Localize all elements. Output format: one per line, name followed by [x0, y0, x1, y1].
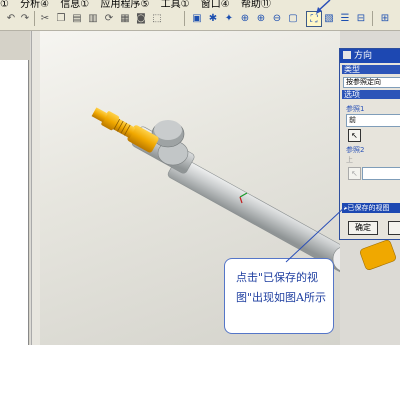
menu-item-tools[interactable]: 工具① — [161, 0, 190, 8]
datum-plane-icon[interactable]: ⊞ — [378, 11, 392, 25]
orient-icon[interactable]: ▣ — [190, 11, 204, 25]
dialog-title: 方向 — [354, 51, 373, 61]
panel-sash[interactable] — [31, 31, 40, 345]
reference1-field[interactable]: 前 — [346, 114, 400, 127]
menu-item-applications[interactable]: 应用程序⑤ — [100, 0, 149, 8]
reference2-label: 参照2 — [346, 146, 365, 154]
reference1-select-arrow-icon[interactable]: ↖ — [348, 129, 361, 142]
zoom-window-icon[interactable]: ⊕ — [238, 11, 252, 25]
callout-text: 点击"已保存的视图"出现如图A所示 — [236, 271, 327, 304]
reference1-label: 参照1 — [346, 105, 365, 113]
layers-icon[interactable]: ☰ — [338, 11, 352, 25]
type-section-header: 类型 — [342, 65, 400, 74]
menu-item-help[interactable]: 帮助⑪ — [241, 0, 271, 8]
options-section-header[interactable]: 选项 — [342, 90, 400, 99]
cad-application-window: ① 分析④ 信息① 应用程序⑤ 工具① 窗口④ 帮助⑪ ↶ ↷ ✂ ❐ ▤ ▥ … — [0, 0, 400, 345]
regenerate-icon[interactable]: ⟳ — [102, 11, 116, 25]
dialog-title-bar: 方向 — [340, 49, 400, 63]
orientation-type-select[interactable]: 按参照定向 — [343, 77, 400, 88]
pipe-cap-top — [154, 120, 182, 140]
model-tree-icon[interactable]: ⊟ — [354, 11, 368, 25]
zoom-in-icon[interactable]: ⊕ — [254, 11, 268, 25]
find-icon[interactable]: ▦ — [118, 11, 132, 25]
reference2-field[interactable] — [362, 167, 400, 180]
menu-bar: ① 分析④ 信息① 应用程序⑤ 工具① 窗口④ 帮助⑪ — [0, 0, 400, 8]
menu-item-info[interactable]: 信息① — [60, 0, 89, 8]
zoom-out-icon[interactable]: ⊖ — [270, 11, 284, 25]
copy-icon[interactable]: ❐ — [54, 11, 68, 25]
reference2-select-arrow-icon[interactable]: ↖ — [348, 167, 361, 180]
repaint-icon[interactable]: ✦ — [222, 11, 236, 25]
cancel-button[interactable] — [388, 221, 400, 235]
binoculars-icon[interactable]: ◙ — [134, 11, 148, 25]
refit-icon[interactable]: ▢ — [286, 11, 300, 25]
saved-views-label: 已保存的视图 — [347, 204, 390, 212]
model-tree-pane[interactable] — [0, 60, 29, 345]
annotation-callout: 点击"已保存的视图"出现如图A所示 — [224, 258, 334, 334]
orientation-dialog: 方向 类型 按参照定向 选项 参照1 前 ↖ 参照2 上 ↖ ▸已保存的视图 确… — [339, 48, 400, 240]
orange-nozzle-fitting — [91, 107, 159, 153]
paste-special-icon[interactable]: ▥ — [86, 11, 100, 25]
toolbar-separator — [34, 11, 35, 26]
toolbar: ↶ ↷ ✂ ❐ ▤ ▥ ⟳ ▦ ◙ ⬚ ▣ ✱ ✦ ⊕ ⊕ ⊖ ▢ ⛶ ▧ ☰ … — [0, 8, 400, 31]
toolbar-separator — [372, 11, 373, 26]
saved-views-expander[interactable]: ▸已保存的视图 — [342, 203, 400, 213]
undo-icon[interactable]: ↶ — [4, 11, 18, 25]
ok-button[interactable]: 确定 — [348, 221, 378, 235]
reference2-value: 上 — [346, 156, 353, 164]
paste-icon[interactable]: ▤ — [70, 11, 84, 25]
toolbar-separator — [184, 11, 185, 26]
menu-item-analysis[interactable]: 分析④ — [20, 0, 49, 8]
saved-views-icon[interactable]: ▧ — [322, 11, 336, 25]
cut-icon[interactable]: ✂ — [38, 11, 52, 25]
menu-item-partial[interactable]: ① — [0, 0, 9, 8]
menu-item-window[interactable]: 窗口④ — [201, 0, 230, 8]
reorient-view-icon[interactable]: ⛶ — [306, 11, 322, 27]
select-box-icon[interactable]: ⬚ — [150, 11, 164, 25]
dialog-app-icon — [343, 51, 351, 59]
spin-center-icon[interactable]: ✱ — [206, 11, 220, 25]
redo-icon[interactable]: ↷ — [18, 11, 32, 25]
